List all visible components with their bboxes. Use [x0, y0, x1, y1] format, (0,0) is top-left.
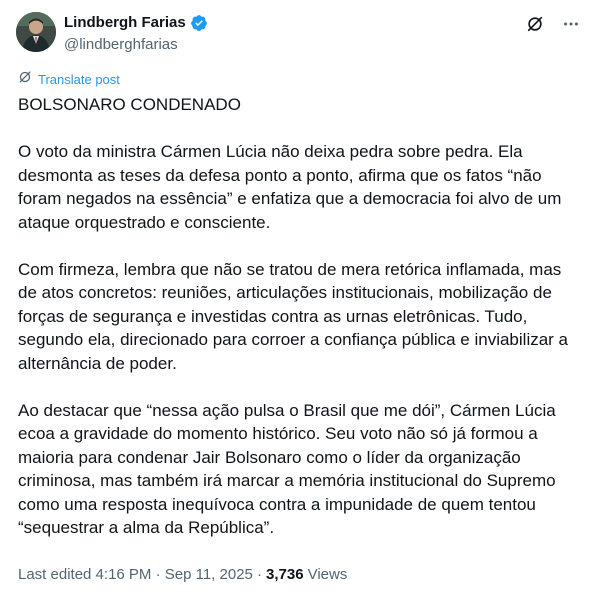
post-paragraph: Com firmeza, lembra que não se tratou de…	[18, 259, 569, 373]
translate-post-label[interactable]: Translate post	[38, 71, 120, 89]
edited-timestamp[interactable]: Last edited 4:16 PM · Sep 11, 2025 ·	[18, 565, 262, 585]
avatar-photo	[16, 12, 56, 52]
avatar[interactable]	[16, 12, 56, 52]
post-text: BOLSONARO CONDENADO O voto da ministra C…	[18, 93, 584, 563]
post-meta: Last edited 4:16 PM · Sep 11, 2025 · 3,7…	[18, 565, 347, 585]
translate-post-link[interactable]: Translate post	[18, 70, 120, 89]
post-actions-top	[525, 14, 581, 34]
author-name-row[interactable]: Lindbergh Farias	[64, 13, 208, 33]
grok-icon[interactable]	[525, 14, 545, 34]
verified-badge-icon	[190, 14, 208, 32]
post-paragraph: Ao destacar que “nessa ação pulsa o Bras…	[18, 400, 556, 538]
views-label: Views	[307, 566, 348, 583]
more-icon[interactable]	[561, 14, 581, 34]
translate-icon	[18, 70, 32, 89]
author-name[interactable]: Lindbergh Farias	[64, 13, 186, 33]
post-paragraph: O voto da ministra Cármen Lúcia não deix…	[18, 142, 562, 232]
views-count: 3,736	[266, 566, 304, 583]
author-handle[interactable]: @lindberghfarias	[64, 35, 178, 55]
post-paragraph: BOLSONARO CONDENADO	[18, 95, 241, 114]
